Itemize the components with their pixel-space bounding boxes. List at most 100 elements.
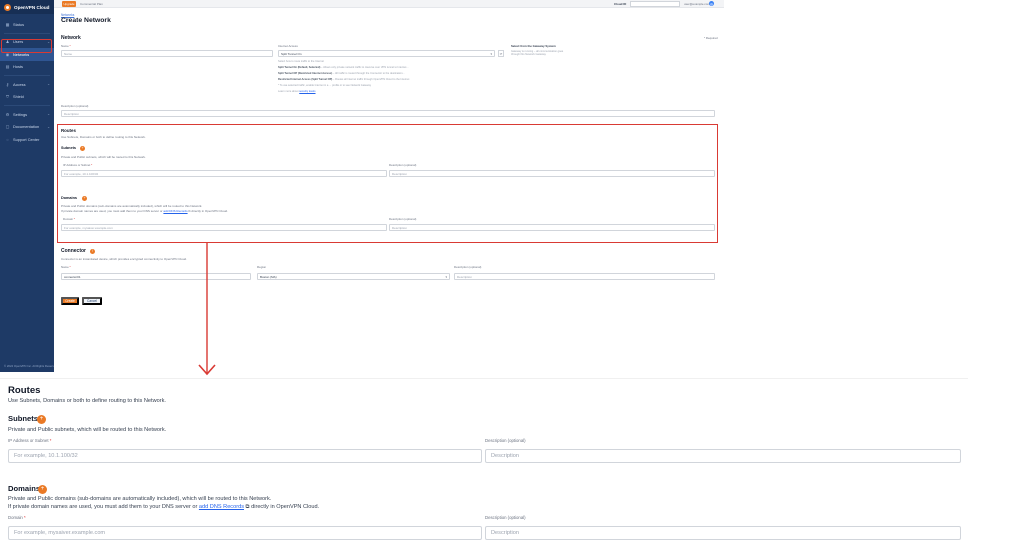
sidebar-item-documentation[interactable]: ▢ Documentation ⌄ xyxy=(0,121,54,134)
subnets-heading: Subnets xyxy=(61,146,76,150)
zoom-domains-desc-1: Private and Public domains (sub-domains … xyxy=(8,496,272,502)
connector-description-input[interactable]: Description xyxy=(454,273,715,280)
connector-name-label: Name * xyxy=(61,265,71,269)
shield-icon: ⛉ xyxy=(6,94,9,100)
sidebar-item-support-center[interactable]: ◌ Support Center xyxy=(0,133,54,146)
connector-desc-label: Description (optional) xyxy=(454,265,482,269)
hint-line-3: Restricted Internet Access (Split Tunnel… xyxy=(278,78,410,81)
gateway-title: Select from the Gateway System xyxy=(511,44,556,48)
zoom-subnet-description-input[interactable]: Description xyxy=(485,449,961,463)
sidebar-item-label: Hosts xyxy=(13,64,23,70)
gateway-text: Gateway is running – all communication g… xyxy=(511,50,564,57)
status-icon: ▦ xyxy=(5,21,10,27)
user-email[interactable]: user@example.com xyxy=(684,2,710,6)
create-button[interactable]: Create xyxy=(61,297,79,305)
zoom-domains-add-icon[interactable]: + xyxy=(38,484,47,494)
learn-more: Learn more about security levels xyxy=(278,90,316,93)
domain-input[interactable]: For example, mysaiver.example.com xyxy=(61,224,387,231)
name-label: Name * xyxy=(61,44,71,48)
hint-line-2: Split Tunnel Off (Restricted Internet Ac… xyxy=(278,72,405,75)
cloud-id-label: Cloud ID xyxy=(614,2,627,6)
upgrade-button[interactable]: Upgrade xyxy=(62,1,76,7)
connector-name-input[interactable]: connector01 xyxy=(61,273,251,280)
globe-icon[interactable]: ◍ xyxy=(709,1,714,6)
security-levels-link[interactable]: security levels xyxy=(299,90,315,93)
subnets-add-icon[interactable]: + xyxy=(80,145,85,151)
description-label: Description (optional) xyxy=(61,104,89,108)
zoom-domain-label: Domain * xyxy=(8,515,26,520)
zoom-add-dns-records-link[interactable]: add DNS Records xyxy=(199,504,244,510)
brand-name: OpenVPN Cloud xyxy=(14,4,50,10)
subnet-description-input[interactable]: Description xyxy=(389,170,715,177)
sidebar-item-label: Shield xyxy=(13,94,24,100)
sidebar-nav: ▦ Status ♟ Users ⌄ ◉ Networks ▤ Hosts ⚷ Access ⌄ ⛉ Sh… xyxy=(0,14,54,146)
sidebar-item-shield[interactable]: ⛉ Shield xyxy=(0,91,54,104)
network-name-input[interactable]: Name xyxy=(61,50,273,57)
domains-heading: Domains xyxy=(61,196,78,200)
zoom-arrow-icon xyxy=(198,242,216,376)
connector-desc: Connector is an instantiated device, whi… xyxy=(61,257,187,261)
zoom-subnets-heading: Subnets xyxy=(8,414,38,423)
domain-description-input[interactable]: Description xyxy=(389,224,715,231)
domain-desc-label: Description (optional) xyxy=(389,217,417,221)
zoom-domain-description-input[interactable]: Description xyxy=(485,526,961,540)
connector-info-icon[interactable]: ! xyxy=(90,248,95,254)
networks-icon: ◉ xyxy=(5,51,10,57)
add-dns-records-link[interactable]: add DNS Records xyxy=(163,209,187,213)
subnets-desc: Private and Public subnets, which will b… xyxy=(61,155,146,159)
subnet-desc-label: Description (optional) xyxy=(389,163,417,167)
network-description-input[interactable]: Description xyxy=(61,110,715,117)
refresh-button[interactable]: ⟳ xyxy=(498,50,504,57)
zoom-subnets-add-icon[interactable]: + xyxy=(37,414,46,424)
zoom-domains-heading: Domains xyxy=(8,484,41,493)
chevron-down-icon: ⌄ xyxy=(47,124,50,129)
internet-access-label: Internet Access xyxy=(278,44,298,48)
zoom-domains-desc-2: If private domain names are used, you mu… xyxy=(8,504,320,510)
domains-desc-2: If private domain names are used, you mu… xyxy=(61,209,228,213)
nav-divider xyxy=(4,75,50,76)
hint-line-1: Split Tunnel On (Default, Selected) – Al… xyxy=(278,66,409,69)
subnet-ip-input[interactable]: For example, 10.1.100/32 xyxy=(61,170,387,177)
sidebar-item-status[interactable]: ▦ Status xyxy=(0,18,54,31)
zoom-subnet-desc-label: Description (optional) xyxy=(485,438,526,443)
chevron-down-icon: ⌄ xyxy=(47,112,50,117)
support-icon: ◌ xyxy=(6,136,9,142)
create-network-page: Networks Create Network Network * Requir… xyxy=(54,8,724,372)
sidebar-item-hosts[interactable]: ▤ Hosts xyxy=(0,61,54,74)
ip-label: IP Address or Subnet * xyxy=(63,163,93,167)
plan-text: Commercial Plan xyxy=(80,2,103,6)
sidebar-item-label: Networks xyxy=(13,51,30,57)
domains-desc-1: Private and Public domains (sub-domains … xyxy=(61,204,203,208)
region-select[interactable]: Boston (MA) ▾ xyxy=(257,273,450,280)
sidebar-item-label: Access xyxy=(13,81,26,87)
internet-access-hint: Select how to route traffic to the Inter… xyxy=(278,60,324,63)
sidebar-item-label: Documentation xyxy=(13,124,40,130)
nav-divider xyxy=(4,32,50,34)
sidebar-item-users[interactable]: ♟ Users ⌄ xyxy=(0,36,54,49)
connector-heading: Connector xyxy=(61,248,86,254)
chevron-down-icon: ▾ xyxy=(445,274,447,279)
top-bar: Upgrade Commercial Plan Cloud ID user@ex… xyxy=(54,0,724,8)
domains-add-icon[interactable]: + xyxy=(82,195,87,201)
sidebar: OpenVPN Cloud ▦ Status ♟ Users ⌄ ◉ Networks ▤ Ho… xyxy=(0,0,58,372)
sidebar-item-networks[interactable]: ◉ Networks xyxy=(0,48,54,61)
domain-label: Domain * xyxy=(63,217,75,221)
hint-footer: * To use selected traffic, enable Intern… xyxy=(278,84,372,87)
sidebar-item-settings[interactable]: ⚙ Settings ⌄ xyxy=(0,108,54,121)
required-note: * Required xyxy=(704,36,718,40)
zoom-subnet-ip-input[interactable]: For example, 10.1.100/32 xyxy=(8,449,482,463)
routes-heading: Routes xyxy=(61,128,76,133)
sidebar-item-label: Settings xyxy=(13,111,28,117)
routes-intro: Use Subnets, Domains or both to define r… xyxy=(61,135,146,139)
network-heading: Network xyxy=(61,35,81,41)
cloud-id-select[interactable] xyxy=(630,1,680,7)
brand[interactable]: OpenVPN Cloud xyxy=(0,0,54,14)
sidebar-item-access[interactable]: ⚷ Access ⌄ xyxy=(0,78,54,91)
cancel-button[interactable]: Cancel xyxy=(82,297,102,305)
hosts-icon: ▤ xyxy=(5,64,10,70)
chevron-down-icon: ⌄ xyxy=(47,82,50,87)
chevron-down-icon: ▾ xyxy=(490,51,492,56)
internet-access-select[interactable]: Split Tunnel On ▾ xyxy=(278,50,495,57)
zoom-domain-input[interactable]: For example, mysaiver.example.com xyxy=(8,526,482,540)
zoom-domain-desc-label: Description (optional) xyxy=(485,515,526,520)
